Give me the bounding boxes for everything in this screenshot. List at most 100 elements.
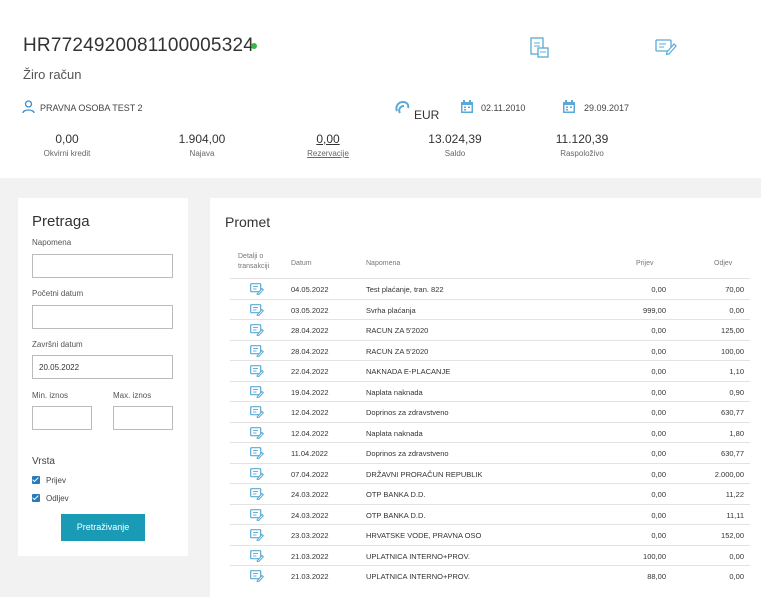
row-date: 24.03.2022 bbox=[291, 510, 329, 520]
row-date: 24.03.2022 bbox=[291, 490, 329, 499]
max-iznos-input[interactable] bbox=[113, 406, 173, 430]
max-iznos-label: Max. iznos bbox=[113, 391, 152, 400]
row-description: NAKNADA E-PLACANJE bbox=[366, 367, 451, 376]
row-odljev: 0,90 bbox=[729, 387, 744, 397]
row-odljev: 100,00 bbox=[721, 346, 744, 356]
stat-rezervacije-link[interactable]: 0,00 Rezervacije bbox=[268, 132, 388, 158]
stat-najava: 1.904,00 Najava bbox=[142, 132, 262, 158]
row-prijev: 999,00 bbox=[643, 305, 666, 315]
row-date: 12.04.2022 bbox=[291, 428, 329, 438]
account-iban: HR7724920081100005324 bbox=[23, 35, 255, 56]
row-date: 03.05.2022 bbox=[291, 305, 329, 315]
table-row: 04.05.2022 Test plaćanje, tran. 822 0,00 70… bbox=[230, 278, 750, 298]
row-prijev: 0,00 bbox=[651, 367, 666, 376]
row-prijev: 0,00 bbox=[651, 510, 666, 520]
stat-value: 0,00 bbox=[316, 132, 340, 146]
row-description: Doprinos za zdravstveno bbox=[366, 449, 449, 458]
row-date: 22.04.2022 bbox=[291, 367, 329, 376]
row-odljev: 0,00 bbox=[729, 305, 744, 315]
row-odljev: 0,00 bbox=[729, 572, 744, 581]
row-prijev: 0,00 bbox=[651, 531, 666, 540]
row-date: 28.04.2022 bbox=[291, 346, 329, 356]
transaction-details-icon[interactable] bbox=[250, 385, 265, 403]
row-prijev: 0,00 bbox=[651, 326, 666, 335]
row-prijev: 0,00 bbox=[651, 285, 666, 294]
table-row: 24.03.2022 OTP BANKA D.D. 0,00 11,11 bbox=[230, 503, 750, 526]
table-row: 07.04.2022 DRŽAVNI PRORAČUN REPUBLIK 0,00 2… bbox=[230, 462, 750, 485]
date-from: 02.11.2010 bbox=[481, 103, 526, 113]
row-prijev: 0,00 bbox=[651, 428, 666, 438]
account-owner: PRAVNA OSOBA TEST 2 bbox=[40, 103, 143, 113]
transaction-details-icon[interactable] bbox=[250, 446, 265, 464]
pocetni-datum-label: Početni datum bbox=[32, 289, 84, 298]
active-status-dot bbox=[251, 43, 257, 49]
table-row: 28.04.2022 RACUN ZA 5'2020 0,00 100,00 bbox=[230, 339, 750, 362]
table-row: 19.04.2022 Naplata naknada 0,00 0,90 bbox=[230, 380, 750, 403]
row-odljev: 11,22 bbox=[725, 490, 744, 499]
col-header-odljev: Odjev bbox=[714, 260, 733, 267]
row-prijev: 88,00 bbox=[647, 572, 666, 581]
transaction-details-icon[interactable] bbox=[250, 323, 265, 341]
transaction-details-icon[interactable] bbox=[250, 303, 265, 321]
table-row: 21.03.2022 UPLATNICA INTERNO+PROV. 100,00 0… bbox=[230, 544, 750, 567]
prijev-checkbox[interactable] bbox=[32, 476, 40, 484]
min-iznos-label: Min. iznos bbox=[32, 391, 69, 400]
row-date: 21.03.2022 bbox=[291, 551, 329, 561]
date-to: 29.09.2017 bbox=[584, 103, 630, 113]
zavrsni-datum-input[interactable] bbox=[32, 355, 173, 379]
edit-card-icon[interactable] bbox=[655, 38, 677, 56]
account-type: Žiro račun bbox=[23, 67, 82, 82]
row-description: Naplata naknada bbox=[366, 428, 423, 438]
row-description: UPLATNICA INTERNO+PROV. bbox=[366, 551, 470, 561]
row-date: 19.04.2022 bbox=[291, 387, 329, 397]
transaction-details-icon[interactable] bbox=[250, 344, 265, 362]
transaction-details-icon[interactable] bbox=[250, 405, 265, 423]
transaction-details-icon[interactable] bbox=[250, 549, 265, 567]
row-description: DRŽAVNI PRORAČUN REPUBLIK bbox=[366, 469, 483, 479]
transactions-title: Promet bbox=[225, 214, 271, 230]
row-odljev: 1,10 bbox=[729, 367, 744, 376]
row-prijev: 0,00 bbox=[651, 469, 666, 479]
table-row: 03.05.2022 Svrha plaćanja 999,00 0,00 bbox=[230, 298, 750, 321]
transaction-details-icon[interactable] bbox=[250, 282, 265, 300]
row-description: Test plaćanje, tran. 822 bbox=[366, 285, 444, 294]
stat-label: Raspoloživo bbox=[560, 149, 604, 158]
row-date: 11.04.2022 bbox=[291, 449, 328, 458]
transaction-details-icon[interactable] bbox=[250, 364, 265, 382]
stat-value: 11.120,39 bbox=[555, 132, 609, 146]
row-odljev: 70,00 bbox=[725, 285, 744, 294]
stat-value: 13.024,39 bbox=[428, 132, 482, 146]
row-date: 04.05.2022 bbox=[291, 285, 329, 294]
row-odljev: 1,80 bbox=[729, 428, 744, 438]
table-row: 12.04.2022 Naplata naknada 0,00 1,80 bbox=[230, 421, 750, 444]
table-row: 24.03.2022 OTP BANKA D.D. 0,00 11,22 bbox=[230, 483, 750, 503]
stat-label: Najava bbox=[189, 149, 215, 158]
row-odljev: 125,00 bbox=[721, 326, 744, 335]
transaction-details-icon[interactable] bbox=[250, 569, 265, 587]
pocetni-datum-input[interactable] bbox=[32, 305, 173, 329]
transaction-details-icon[interactable] bbox=[250, 487, 265, 505]
stat-label: Okvirni kredit bbox=[43, 149, 91, 158]
row-prijev: 0,00 bbox=[651, 387, 666, 397]
account-currency: EUR bbox=[414, 108, 440, 122]
prijev-label: Prijev bbox=[46, 476, 67, 485]
calendar-icon bbox=[563, 100, 575, 113]
transaction-details-icon[interactable] bbox=[250, 426, 265, 444]
table-row: 22.04.2022 NAKNADA E-PLACANJE 0,00 1,10 bbox=[230, 360, 750, 380]
search-button[interactable]: Pretraživanje bbox=[61, 514, 145, 541]
min-iznos-input[interactable] bbox=[32, 406, 92, 430]
transaction-details-icon[interactable] bbox=[250, 528, 265, 546]
odljev-checkbox[interactable] bbox=[32, 494, 40, 502]
napomena-input[interactable] bbox=[32, 254, 173, 278]
transaction-details-icon[interactable] bbox=[250, 508, 265, 526]
stat-value: 0,00 bbox=[55, 132, 79, 146]
account-header: HR7724920081100005324 Žiro račun PRAVNA … bbox=[0, 0, 761, 178]
row-prijev: 0,00 bbox=[651, 449, 666, 458]
transaction-details-icon[interactable] bbox=[250, 467, 265, 485]
row-date: 23.03.2022 bbox=[291, 531, 329, 540]
document-report-icon[interactable] bbox=[530, 37, 550, 59]
table-row: 12.04.2022 Doprinos za zdravstveno 0,00 630… bbox=[230, 401, 750, 421]
row-description: Svrha plaćanja bbox=[366, 305, 416, 315]
row-odljev: 630,77 bbox=[721, 449, 744, 458]
row-description: Naplata naknada bbox=[366, 387, 423, 397]
